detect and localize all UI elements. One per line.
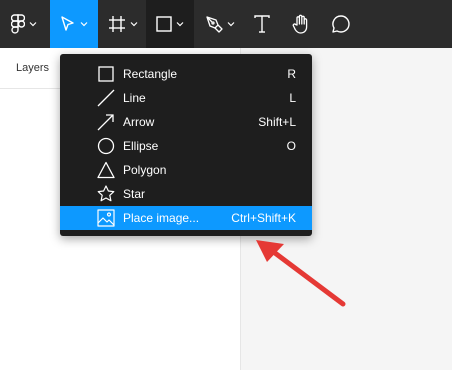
menu-item-star[interactable]: Star <box>60 182 312 206</box>
move-tool-button[interactable] <box>50 0 98 48</box>
chevron-down-icon <box>80 21 88 27</box>
hand-tool-button[interactable] <box>282 0 320 48</box>
menu-item-label: Place image... <box>123 211 200 225</box>
pen-tool-button[interactable] <box>196 0 244 48</box>
menu-item-line[interactable]: Line L <box>60 86 312 110</box>
text-t-icon <box>254 15 270 33</box>
chevron-down-icon <box>130 21 138 27</box>
image-icon <box>97 209 115 227</box>
menu-item-place-image[interactable]: Place image... Ctrl+Shift+K <box>60 206 312 230</box>
menu-item-rectangle[interactable]: Rectangle R <box>60 62 312 86</box>
chevron-down-icon <box>227 21 235 27</box>
menu-item-shortcut: O <box>286 139 296 153</box>
chevron-down-icon <box>176 21 184 27</box>
hand-icon <box>292 14 310 34</box>
shape-dropdown-menu: Rectangle R Line L Arrow Shift+L Ellipse… <box>60 54 312 236</box>
main-menu-button[interactable] <box>0 0 48 48</box>
menu-item-shortcut: Ctrl+Shift+K <box>231 211 296 225</box>
pen-icon <box>205 15 223 33</box>
frame-tool-button[interactable] <box>100 0 146 48</box>
star-icon <box>97 185 115 203</box>
cursor-arrow-icon <box>60 15 76 33</box>
menu-item-arrow[interactable]: Arrow Shift+L <box>60 110 312 134</box>
menu-item-polygon[interactable]: Polygon <box>60 158 312 182</box>
arrow-icon <box>97 113 115 131</box>
menu-item-label: Rectangle <box>123 67 178 81</box>
menu-item-label: Line <box>123 91 146 105</box>
menu-item-label: Ellipse <box>123 139 159 153</box>
text-tool-button[interactable] <box>244 0 280 48</box>
comment-bubble-icon <box>331 14 351 34</box>
line-icon <box>97 89 115 107</box>
chevron-down-icon <box>29 21 37 27</box>
triangle-icon <box>97 161 115 179</box>
comment-tool-button[interactable] <box>322 0 360 48</box>
hash-frame-icon <box>108 15 126 33</box>
menu-item-label: Arrow <box>123 115 155 129</box>
square-icon <box>156 16 172 32</box>
shape-tool-button[interactable] <box>146 0 194 48</box>
menu-item-shortcut: Shift+L <box>258 115 296 129</box>
menu-item-label: Polygon <box>123 163 167 177</box>
menu-item-shortcut: R <box>287 67 296 81</box>
menu-item-ellipse[interactable]: Ellipse O <box>60 134 312 158</box>
top-toolbar <box>0 0 452 48</box>
circle-icon <box>97 137 115 155</box>
menu-item-shortcut: L <box>289 91 296 105</box>
square-icon <box>97 65 115 83</box>
figma-logo-icon <box>11 14 25 34</box>
menu-item-label: Star <box>123 187 146 201</box>
layers-title: Layers <box>16 62 50 74</box>
